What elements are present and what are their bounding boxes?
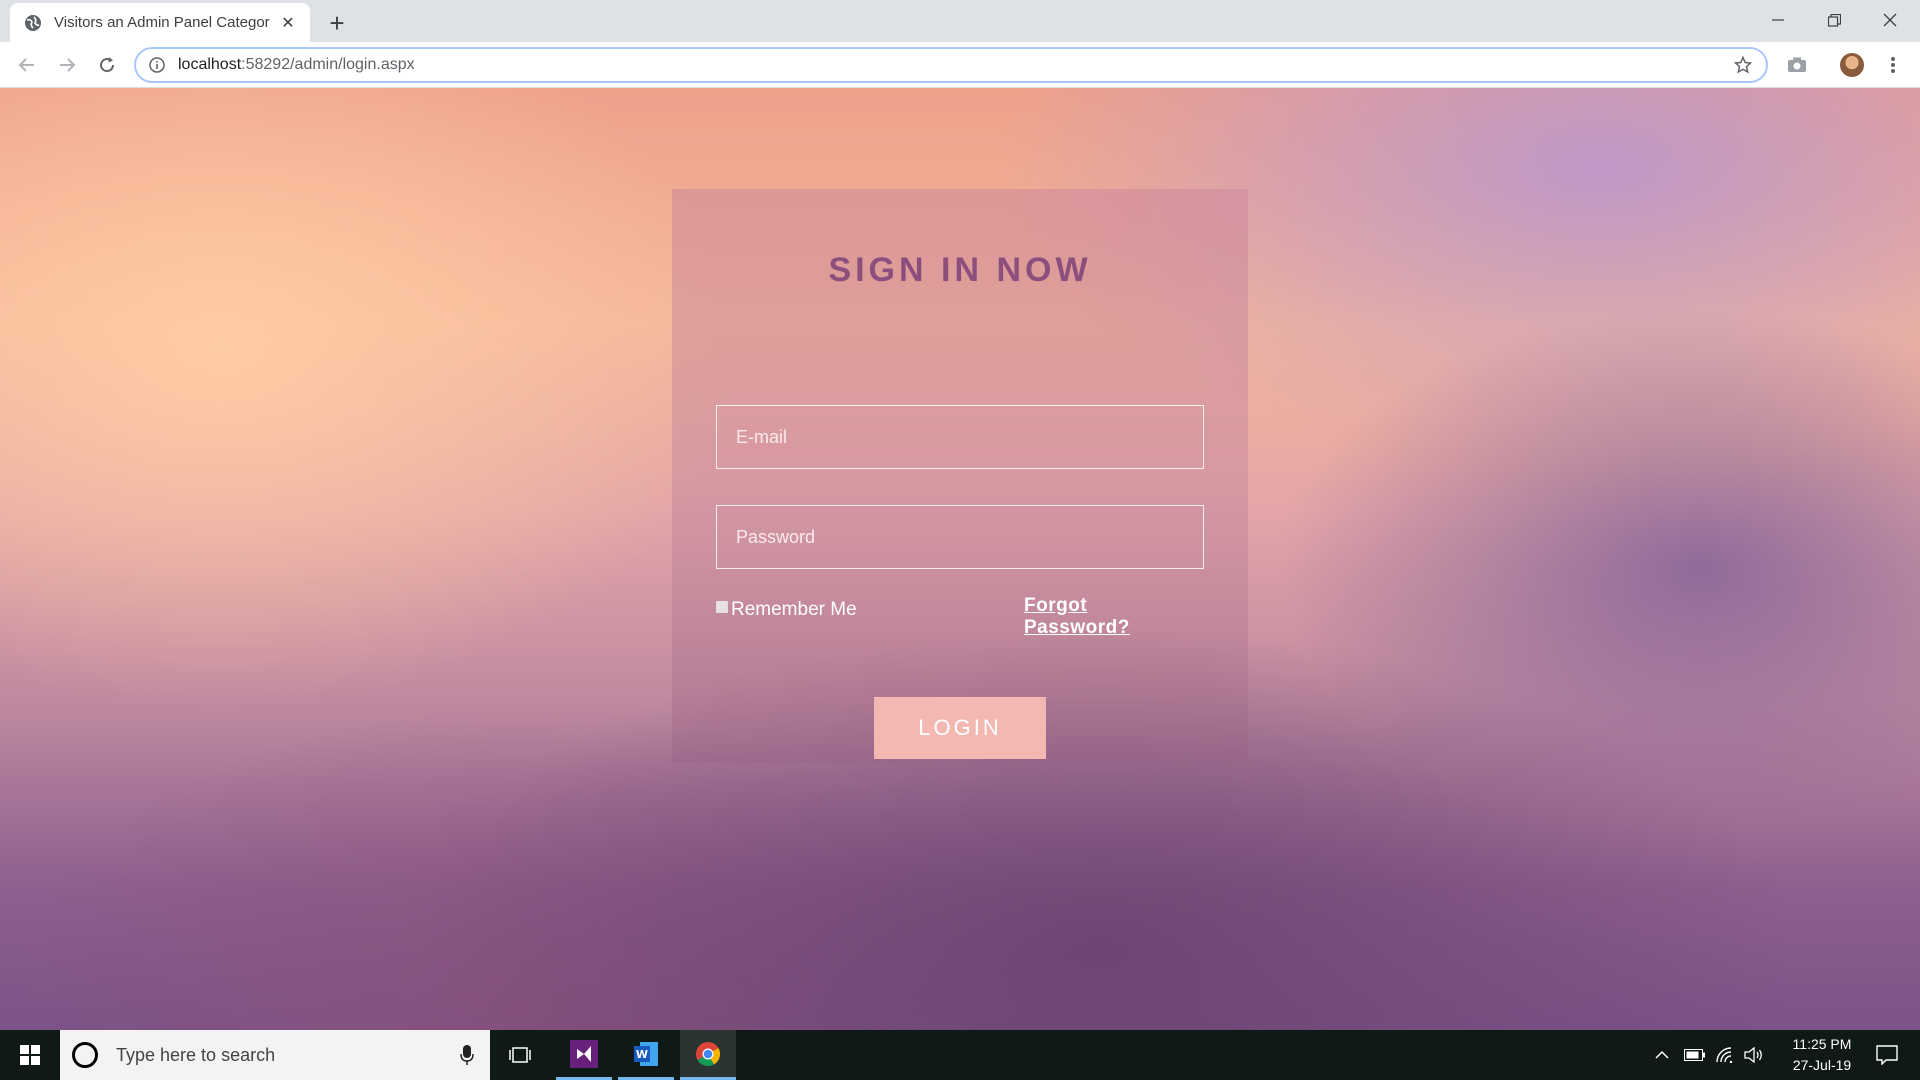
battery-icon[interactable] bbox=[1680, 1030, 1710, 1080]
bookmark-star-icon[interactable] bbox=[1728, 50, 1758, 80]
svg-text:W: W bbox=[636, 1048, 648, 1061]
remember-me-label[interactable]: Remember Me bbox=[731, 599, 857, 621]
reload-icon[interactable] bbox=[92, 50, 122, 80]
tab-title: Visitors an Admin Panel Categor bbox=[54, 14, 270, 31]
close-tab-icon[interactable]: ✕ bbox=[278, 13, 298, 33]
windows-start-icon[interactable] bbox=[0, 1030, 60, 1080]
word-icon[interactable]: W bbox=[618, 1030, 674, 1080]
notification-icon[interactable] bbox=[1862, 1030, 1912, 1080]
taskbar-search-placeholder: Type here to search bbox=[116, 1044, 276, 1065]
taskbar: Type here to search W 11:25 PM 27-Jul-19 bbox=[0, 1030, 1920, 1080]
remember-me-checkbox[interactable] bbox=[716, 601, 728, 613]
profile-avatar[interactable] bbox=[1837, 50, 1867, 80]
url-text: localhost:58292/admin/login.aspx bbox=[178, 56, 1728, 74]
url-path: :58292/admin/login.aspx bbox=[241, 56, 415, 73]
volume-icon[interactable] bbox=[1740, 1030, 1768, 1080]
clock-time: 11:25 PM bbox=[1792, 1036, 1852, 1052]
wifi-icon[interactable] bbox=[1712, 1030, 1740, 1080]
taskbar-clock[interactable]: 11:25 PM 27-Jul-19 bbox=[1770, 1034, 1874, 1076]
info-icon[interactable] bbox=[148, 56, 166, 74]
microphone-icon[interactable] bbox=[452, 1040, 482, 1070]
tab-active[interactable]: Visitors an Admin Panel Categor ✕ bbox=[10, 3, 310, 42]
page-viewport: SIGN IN NOW Remember Me Forgot Password?… bbox=[0, 88, 1920, 1030]
password-input[interactable] bbox=[716, 505, 1204, 569]
url-host: localhost bbox=[178, 56, 242, 73]
more-vert-icon[interactable] bbox=[1878, 50, 1908, 80]
login-title: SIGN IN NOW bbox=[828, 251, 1092, 289]
back-arrow-icon[interactable] bbox=[12, 50, 42, 80]
visual-studio-icon[interactable] bbox=[556, 1030, 612, 1080]
login-button[interactable]: LOGIN bbox=[874, 697, 1046, 759]
camera-icon[interactable] bbox=[1782, 50, 1812, 80]
task-view-icon[interactable] bbox=[492, 1030, 548, 1080]
email-input[interactable] bbox=[716, 405, 1204, 469]
chrome-icon[interactable] bbox=[680, 1030, 736, 1080]
remember-me: Remember Me bbox=[716, 599, 857, 621]
chevron-up-icon[interactable] bbox=[1650, 1030, 1674, 1080]
login-card: SIGN IN NOW Remember Me Forgot Password?… bbox=[672, 189, 1248, 763]
globe-icon bbox=[24, 14, 42, 32]
taskbar-search[interactable]: Type here to search bbox=[60, 1030, 490, 1080]
minimize-icon[interactable] bbox=[1750, 0, 1806, 40]
close-window-icon[interactable] bbox=[1862, 0, 1918, 40]
address-bar[interactable]: localhost:58292/admin/login.aspx bbox=[134, 47, 1768, 83]
forward-arrow-icon[interactable] bbox=[52, 50, 82, 80]
restore-icon[interactable] bbox=[1806, 0, 1862, 40]
browser-toolbar: localhost:58292/admin/login.aspx bbox=[0, 42, 1920, 88]
cortana-icon[interactable] bbox=[72, 1042, 98, 1068]
new-tab-button[interactable]: + bbox=[322, 8, 352, 38]
browser-tabstrip: Visitors an Admin Panel Categor ✕ + bbox=[0, 0, 1920, 42]
forgot-password-link[interactable]: Forgot Password? bbox=[1024, 595, 1154, 639]
clock-date: 27-Jul-19 bbox=[1792, 1057, 1852, 1073]
